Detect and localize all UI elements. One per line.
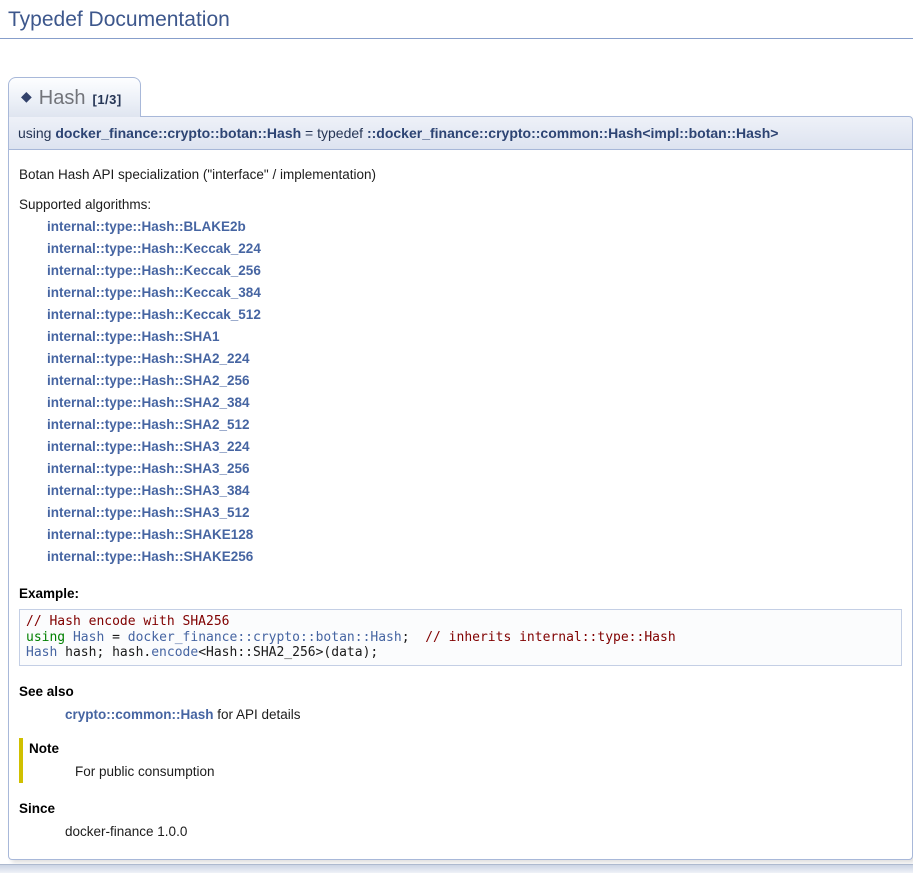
example-heading: Example: [19, 586, 902, 601]
code-token: = [104, 630, 127, 645]
code-token: <Hash::SHA2_256>(data); [198, 645, 378, 660]
note-text: For public consumption [75, 764, 902, 779]
algorithm-link[interactable]: internal::type::Hash::SHA1 [47, 326, 220, 348]
algorithm-link-list: internal::type::Hash::BLAKE2binternal::t… [47, 216, 902, 568]
prototype-text: = typedef [301, 125, 367, 141]
algorithm-link[interactable]: internal::type::Hash::SHA3_256 [47, 458, 250, 480]
algorithms-label: Supported algorithms: [19, 197, 902, 212]
note-heading: Note [29, 741, 902, 756]
prototype-link[interactable]: docker_finance::crypto::botan::Hash [55, 125, 301, 141]
code-line: Hash hash; hash.encode<Hash::SHA2_256>(d… [26, 645, 895, 661]
code-token: ; [402, 630, 425, 645]
since-text: docker-finance 1.0.0 [65, 824, 902, 839]
algorithm-link[interactable]: internal::type::Hash::BLAKE2b [47, 216, 246, 238]
page-title: Typedef Documentation [0, 0, 913, 39]
code-link[interactable]: encode [151, 645, 198, 660]
code-link[interactable]: Hash [73, 630, 104, 645]
since-heading: Since [19, 801, 902, 816]
algorithm-link[interactable]: internal::type::Hash::Keccak_256 [47, 260, 261, 282]
code-link[interactable]: Hash [26, 645, 57, 660]
member-title-label: Hash [39, 87, 86, 109]
member-item: using docker_finance::crypto::botan::Has… [8, 116, 913, 860]
algorithm-link[interactable]: internal::type::Hash::SHAKE128 [47, 524, 253, 546]
member-overload-index: [1/3] [92, 92, 121, 107]
algorithm-link[interactable]: internal::type::Hash::SHA2_256 [47, 370, 250, 392]
code-token: // inherits internal::type::Hash [425, 630, 675, 645]
algorithm-link[interactable]: internal::type::Hash::Keccak_224 [47, 238, 261, 260]
code-token: // Hash encode with SHA256 [26, 614, 230, 629]
code-token [65, 630, 73, 645]
algorithm-link[interactable]: internal::type::Hash::SHA3_224 [47, 436, 250, 458]
code-fragment: // Hash encode with SHA256using Hash = d… [19, 609, 902, 666]
algorithm-link[interactable]: internal::type::Hash::SHA3_512 [47, 502, 250, 524]
algorithm-link[interactable]: internal::type::Hash::SHA2_224 [47, 348, 250, 370]
code-line: using Hash = docker_finance::crypto::bot… [26, 630, 895, 646]
see-also-suffix: for API details [214, 707, 301, 722]
see-also-heading: See also [19, 684, 902, 699]
algorithm-link[interactable]: internal::type::Hash::Keccak_512 [47, 304, 261, 326]
code-link[interactable]: docker_finance::crypto::botan::Hash [128, 630, 402, 645]
algorithm-link[interactable]: internal::type::Hash::SHA3_384 [47, 480, 250, 502]
see-also-link[interactable]: crypto::common::Hash [65, 707, 214, 722]
code-token: using [26, 630, 65, 645]
prototype-link[interactable]: ::docker_finance::crypto::common::Hash<i… [367, 125, 778, 141]
algorithm-link[interactable]: internal::type::Hash::SHAKE256 [47, 546, 253, 568]
code-token: hash; hash. [57, 645, 151, 660]
member-title-tab: ◆ Hash [1/3] [8, 77, 141, 117]
member-documentation: Botan Hash API specialization ("interfac… [8, 150, 913, 860]
algorithm-link[interactable]: internal::type::Hash::SHA2_384 [47, 392, 250, 414]
algorithm-link[interactable]: internal::type::Hash::SHA2_512 [47, 414, 250, 436]
algorithm-link[interactable]: internal::type::Hash::Keccak_384 [47, 282, 261, 304]
note-block: Note For public consumption [19, 738, 902, 783]
see-also-body: crypto::common::Hash for API details [65, 707, 902, 722]
footer-gradient-bar [0, 864, 913, 873]
prototype-text: using [18, 125, 55, 141]
permalink-diamond-icon[interactable]: ◆ [21, 88, 32, 104]
intro-paragraph: Botan Hash API specialization ("interfac… [19, 167, 902, 182]
code-line: // Hash encode with SHA256 [26, 614, 895, 630]
typedef-prototype: using docker_finance::crypto::botan::Has… [8, 116, 913, 150]
